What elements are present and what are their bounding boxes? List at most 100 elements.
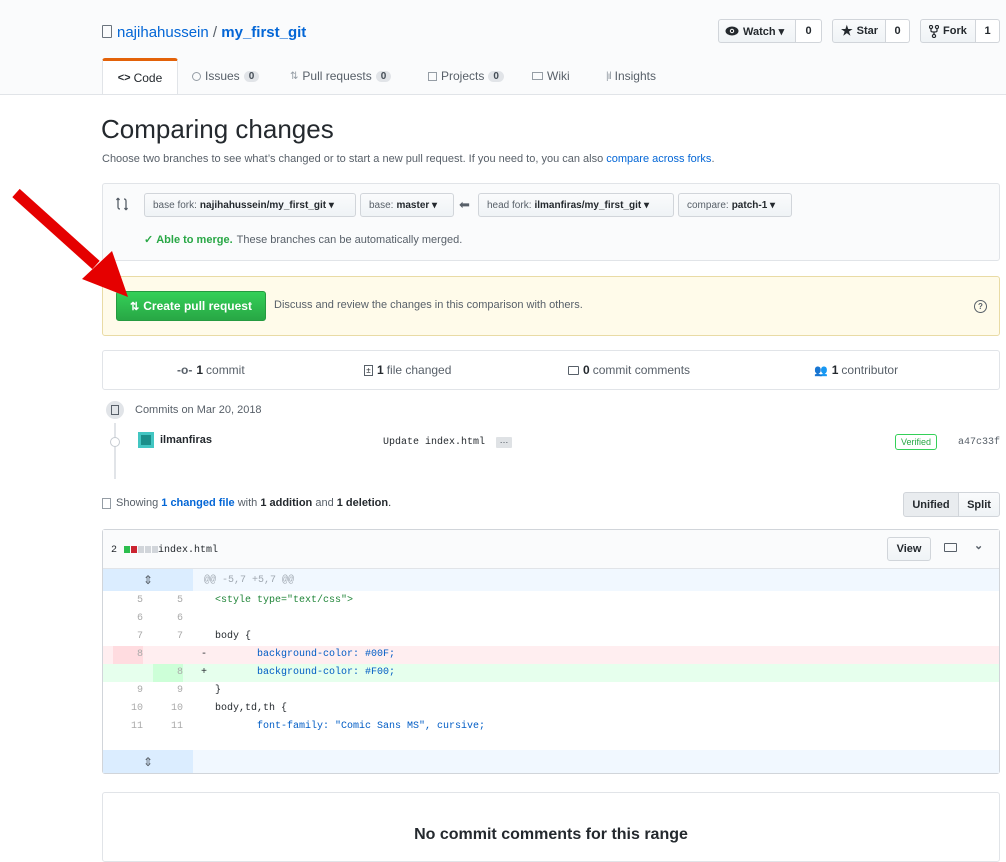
- question-icon[interactable]: ?: [974, 300, 987, 313]
- verified-badge[interactable]: Verified: [895, 434, 938, 450]
- old-line-number[interactable]: 10: [113, 700, 143, 718]
- issue-icon: [192, 71, 201, 81]
- diff-code: background-color: #F00;: [209, 667, 396, 678]
- subtitle-end: .: [711, 153, 715, 165]
- check-icon: ✓: [144, 234, 154, 246]
- page-subtitle: Choose two branches to see what’s change…: [102, 153, 715, 165]
- code-icon: <>: [117, 71, 131, 84]
- tab-insights[interactable]: |ıl Insights: [606, 58, 656, 94]
- tab-code[interactable]: <> Code: [102, 58, 178, 94]
- compare-across-forks-link[interactable]: compare across forks: [606, 153, 711, 165]
- unfold-icon[interactable]: ⇕: [103, 569, 193, 591]
- base-fork-select[interactable]: base fork: najihahussein/my_first_git ▾: [144, 193, 356, 217]
- timeline-line: [114, 423, 116, 479]
- base-fork-value: najihahussein/my_first_git ▾: [199, 199, 334, 211]
- wiki-icon: [532, 72, 543, 80]
- old-line-number[interactable]: 8: [113, 646, 143, 664]
- deletions-count: 1 deletion: [336, 497, 389, 509]
- commit-author[interactable]: ilmanfiras: [160, 434, 212, 446]
- no-comments-message: No commit comments for this range: [414, 826, 688, 843]
- watch-label: Watch ▾: [743, 25, 785, 38]
- old-line-number[interactable]: 6: [113, 610, 143, 628]
- repo-name-link[interactable]: my_first_git: [221, 24, 306, 41]
- split-view-button[interactable]: Split: [958, 492, 1000, 517]
- new-line-number[interactable]: 11: [153, 718, 183, 736]
- project-icon: [428, 71, 437, 81]
- new-line-number[interactable]: 10: [153, 700, 183, 718]
- unified-view-button[interactable]: Unified: [903, 492, 959, 517]
- tab-pull-requests[interactable]: ⇅ Pull requests 0: [290, 58, 392, 94]
- commit-icon: -o-: [177, 363, 193, 377]
- diff-code: font-family: "Comic Sans MS", cursive;: [209, 721, 486, 732]
- tab-wiki[interactable]: Wiki: [532, 58, 570, 94]
- compare-branch-select[interactable]: compare: patch-1 ▾: [678, 193, 792, 217]
- avatar[interactable]: [138, 432, 154, 448]
- star-button[interactable]: ★ Star: [832, 19, 886, 43]
- commit-message[interactable]: Update index.html: [383, 437, 485, 448]
- files-summary[interactable]: ± 1 file changed: [364, 363, 451, 377]
- watch-button[interactable]: Watch ▾: [718, 19, 796, 43]
- file-icon: [104, 399, 126, 421]
- file-icon: [102, 497, 111, 509]
- diff-code: <style type="text/css">: [209, 595, 354, 606]
- view-file-button[interactable]: View: [887, 537, 931, 561]
- old-line-number[interactable]: 5: [113, 592, 143, 610]
- tab-projects-label: Projects: [441, 69, 485, 83]
- old-line-number[interactable]: 11: [113, 718, 143, 736]
- files-num: 1: [377, 363, 384, 377]
- compare-prefix: compare:: [687, 199, 729, 211]
- changed-files-link[interactable]: 1 changed file: [161, 497, 234, 509]
- tab-insights-label: Insights: [614, 69, 656, 83]
- fork-count[interactable]: 1: [976, 19, 1000, 43]
- diff-line: 55 <style type="text/css">: [103, 592, 999, 610]
- repo-owner-link[interactable]: najihahussein: [117, 24, 209, 41]
- commit-sha[interactable]: a47c33f: [958, 437, 1000, 448]
- new-line-number[interactable]: 9: [153, 682, 183, 700]
- hunk-header: @@ -5,7 +5,7 @@: [204, 575, 295, 586]
- diff-summary: Showing 1 changed file with 1 addition a…: [102, 497, 391, 509]
- commits-date-label: Commits on Mar 20, 2018: [135, 404, 262, 416]
- head-fork-prefix: head fork:: [487, 199, 532, 211]
- tab-pr-label: Pull requests: [302, 69, 372, 83]
- contrib-num: 1: [831, 363, 839, 377]
- star-count[interactable]: 0: [886, 19, 910, 43]
- old-line-number[interactable]: 7: [113, 628, 143, 646]
- tab-issues[interactable]: Issues 0: [192, 58, 260, 94]
- commit-expand-button[interactable]: …: [496, 436, 512, 448]
- watch-count[interactable]: 0: [796, 19, 822, 43]
- chevron-down-icon[interactable]: ⌄: [974, 539, 983, 552]
- head-fork-select[interactable]: head fork: ilmanfiras/my_first_git ▾: [478, 193, 674, 217]
- comments-summary: 0 commit comments: [568, 363, 690, 377]
- compare-value: patch-1 ▾: [731, 199, 776, 211]
- hunk-footer-row: [103, 750, 999, 773]
- eye-icon: [725, 26, 739, 36]
- desktop-icon[interactable]: [944, 543, 957, 552]
- new-line-number[interactable]: 8: [153, 664, 183, 682]
- unfold-icon[interactable]: ⇕: [103, 750, 193, 773]
- arrow-left-icon: ⬅: [459, 197, 470, 212]
- end-text: .: [388, 497, 392, 509]
- diff-line: 10 10 body,td,th {: [103, 700, 999, 718]
- tab-wiki-label: Wiki: [547, 69, 570, 83]
- base-branch-select[interactable]: base: master ▾: [360, 193, 454, 217]
- fork-button[interactable]: Fork: [920, 19, 976, 43]
- old-line-number[interactable]: 9: [113, 682, 143, 700]
- diff-line: 99 }: [103, 682, 999, 700]
- commits-summary[interactable]: -o- 1 commit: [177, 363, 245, 377]
- people-icon: 👥: [814, 364, 828, 377]
- contributors-summary[interactable]: 👥 1 contributor: [814, 363, 898, 377]
- new-line-number[interactable]: 7: [153, 628, 183, 646]
- tab-issues-label: Issues: [205, 69, 240, 83]
- commits-num: 1: [196, 363, 204, 377]
- repo-icon: [102, 25, 112, 38]
- new-line-number[interactable]: 5: [153, 592, 183, 610]
- new-line-number[interactable]: 6: [153, 610, 183, 628]
- file-name[interactable]: index.html: [158, 545, 218, 556]
- create-pull-request-button[interactable]: ⇅ Create pull request: [116, 291, 266, 321]
- subtitle-text: Choose two branches to see what’s change…: [102, 153, 604, 165]
- diff-code: body {: [209, 631, 252, 642]
- tab-projects-count: 0: [488, 70, 504, 82]
- diff-icon: ±: [364, 364, 373, 376]
- tab-projects[interactable]: Projects 0: [428, 58, 504, 94]
- diff-stat-bar: [124, 546, 158, 553]
